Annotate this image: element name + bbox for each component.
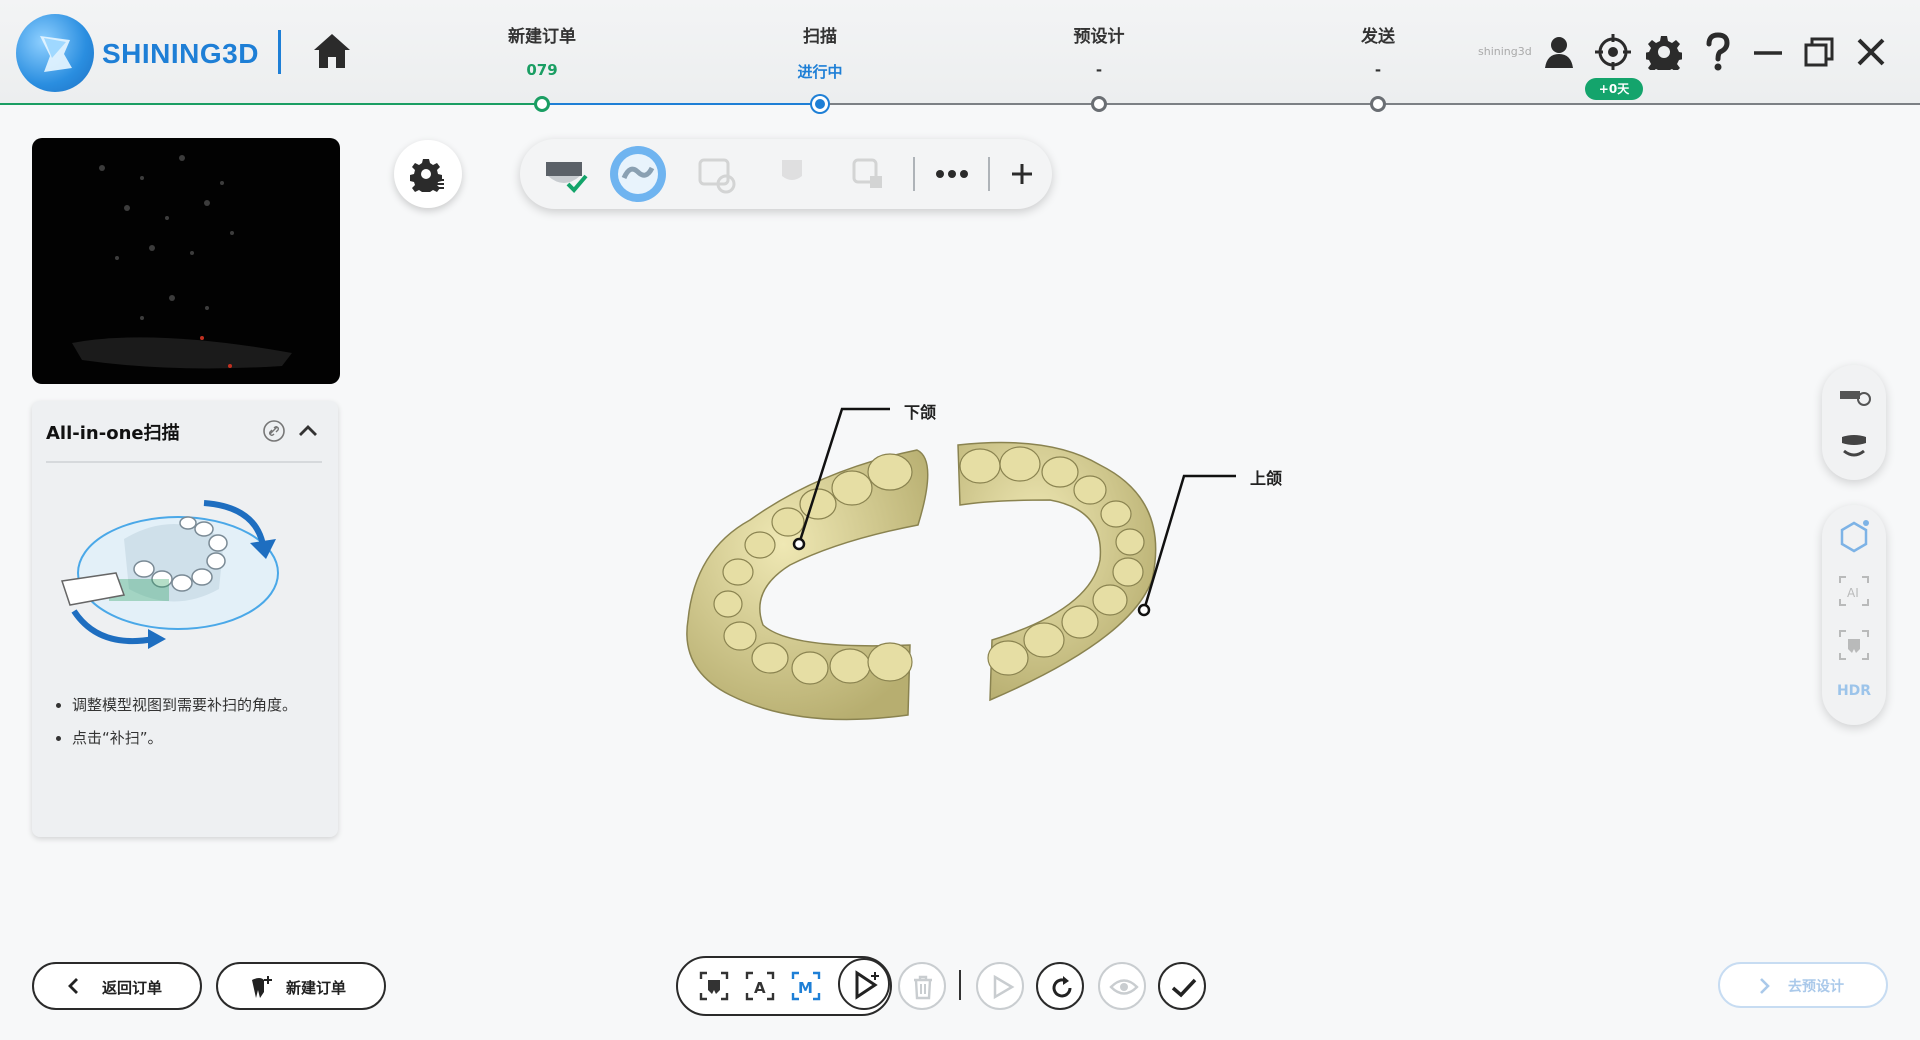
restore-icon[interactable] (1801, 34, 1841, 74)
lower-jaw-label: 下颌 (904, 403, 937, 422)
panel-divider (46, 461, 322, 463)
step-title: 扫描 (803, 27, 837, 47)
more-options-icon[interactable] (924, 146, 980, 202)
toolbar-divider (988, 157, 990, 191)
panel-title: All-in-one扫描 (46, 423, 180, 444)
auto-ai-icon[interactable]: A (744, 970, 776, 1002)
jaw-display-icon[interactable] (1836, 429, 1872, 465)
step-node-done (534, 96, 550, 112)
chevron-left-icon (68, 978, 78, 994)
right-tool-panel-top (1822, 365, 1886, 480)
refresh-icon (1052, 976, 1072, 998)
link-icon[interactable] (262, 419, 286, 443)
trash-icon (914, 975, 932, 1000)
svg-text:M: M (798, 979, 813, 997)
step-send[interactable]: 发送 - (1298, 22, 1458, 79)
close-icon[interactable] (1853, 34, 1893, 74)
go-pre-design-label: 去预设计 (1788, 979, 1844, 995)
step-title: 预设计 (1073, 27, 1125, 47)
new-order-button[interactable]: 新建订单 (216, 962, 386, 1010)
play-icon (993, 974, 1015, 1000)
right-tool-panel-bottom: AI HDR (1822, 505, 1886, 725)
step-node-pending (1091, 96, 1107, 112)
scan-mode-toolbar (520, 139, 1052, 209)
scan-guide-panel: All-in-one扫描 调整模型视图到需要补扫的角度。 点击“补扫”。 (32, 401, 338, 837)
progress-track-active (540, 103, 820, 105)
play-add-icon (855, 970, 879, 1000)
delete-button[interactable] (898, 962, 946, 1010)
scan-tray-icon[interactable] (1836, 381, 1872, 417)
view-button[interactable] (1098, 962, 1146, 1010)
dental-model-viewport[interactable] (670, 400, 1260, 740)
step-title: 新建订单 (508, 27, 576, 47)
top-bar: SHINING3D 新建订单 079 扫描 进行中 预设计 - 发送 - shi… (0, 0, 1920, 112)
step-new-order[interactable]: 新建订单 079 (462, 22, 622, 79)
full-jaw-scan-done-icon[interactable] (536, 146, 592, 202)
crown-scan-icon[interactable] (764, 146, 820, 202)
step-status: 079 (526, 61, 558, 79)
scan-illustration (54, 489, 294, 659)
step-status: 进行中 (797, 63, 843, 81)
minimize-icon[interactable] (1750, 34, 1790, 74)
texture-icon[interactable] (1836, 519, 1872, 555)
instruction-item: 调整模型视图到需要补扫的角度。 (72, 689, 326, 722)
new-tooth-icon (252, 976, 272, 998)
go-pre-design-button[interactable]: 去预设计 (1718, 962, 1888, 1008)
svg-text:AI: AI (1847, 586, 1859, 600)
back-to-orders-label: 返回订单 (102, 979, 163, 997)
settings-gear-icon[interactable] (1644, 34, 1686, 76)
progress-track-done (0, 103, 540, 105)
new-order-label: 新建订单 (286, 979, 347, 997)
instruction-item: 点击“补扫”。 (72, 722, 326, 755)
step-status: - (1374, 61, 1382, 79)
chevron-right-icon (1760, 978, 1770, 994)
instructions-list: 调整模型视图到需要补扫的角度。 点击“补扫”。 (56, 689, 326, 755)
step-status: - (1095, 61, 1103, 79)
toolbar-divider (913, 157, 915, 191)
eye-icon (1109, 979, 1139, 995)
upper-jaw-label: 上颌 (1250, 469, 1283, 488)
all-in-one-scan-icon[interactable] (610, 146, 666, 202)
step-scan[interactable]: 扫描 进行中 (740, 22, 900, 82)
shining3d-logo (16, 14, 94, 92)
step-node-active (812, 96, 828, 112)
add-icon[interactable] (994, 146, 1050, 202)
step-pre-design[interactable]: 预设计 - (1019, 22, 1179, 79)
confirm-button[interactable] (1158, 962, 1206, 1010)
chevron-up-icon[interactable] (296, 419, 320, 443)
target-icon[interactable] (1593, 32, 1633, 72)
scan-settings-button[interactable] (394, 140, 462, 208)
play-button[interactable] (976, 962, 1024, 1010)
home-icon[interactable] (310, 30, 354, 74)
brand-name: SHINING3D (102, 38, 259, 69)
manual-mode-icon[interactable]: M (790, 970, 822, 1002)
implant-scan-icon[interactable] (840, 146, 896, 202)
prep-scan-icon[interactable] (688, 146, 744, 202)
refresh-button[interactable] (1036, 962, 1084, 1010)
bottom-divider (959, 970, 961, 1000)
user-icon[interactable] (1541, 34, 1581, 74)
camera-preview (32, 138, 340, 384)
svg-text:A: A (754, 979, 766, 997)
step-title: 发送 (1361, 27, 1395, 47)
auto-crop-icon[interactable] (698, 970, 730, 1002)
username: shining3d (1478, 45, 1532, 58)
help-icon[interactable] (1700, 32, 1740, 72)
logo-divider (278, 30, 281, 74)
check-icon (1171, 978, 1197, 998)
ai-scan-icon[interactable]: AI (1836, 573, 1872, 609)
supplementary-scan-button[interactable] (838, 958, 890, 1010)
back-to-orders-button[interactable]: 返回订单 (32, 962, 202, 1010)
days-badge: +0天 (1585, 78, 1643, 100)
hdr-toggle[interactable]: HDR (1836, 683, 1872, 707)
tooth-scan-icon[interactable] (1836, 627, 1872, 663)
step-node-pending (1370, 96, 1386, 112)
